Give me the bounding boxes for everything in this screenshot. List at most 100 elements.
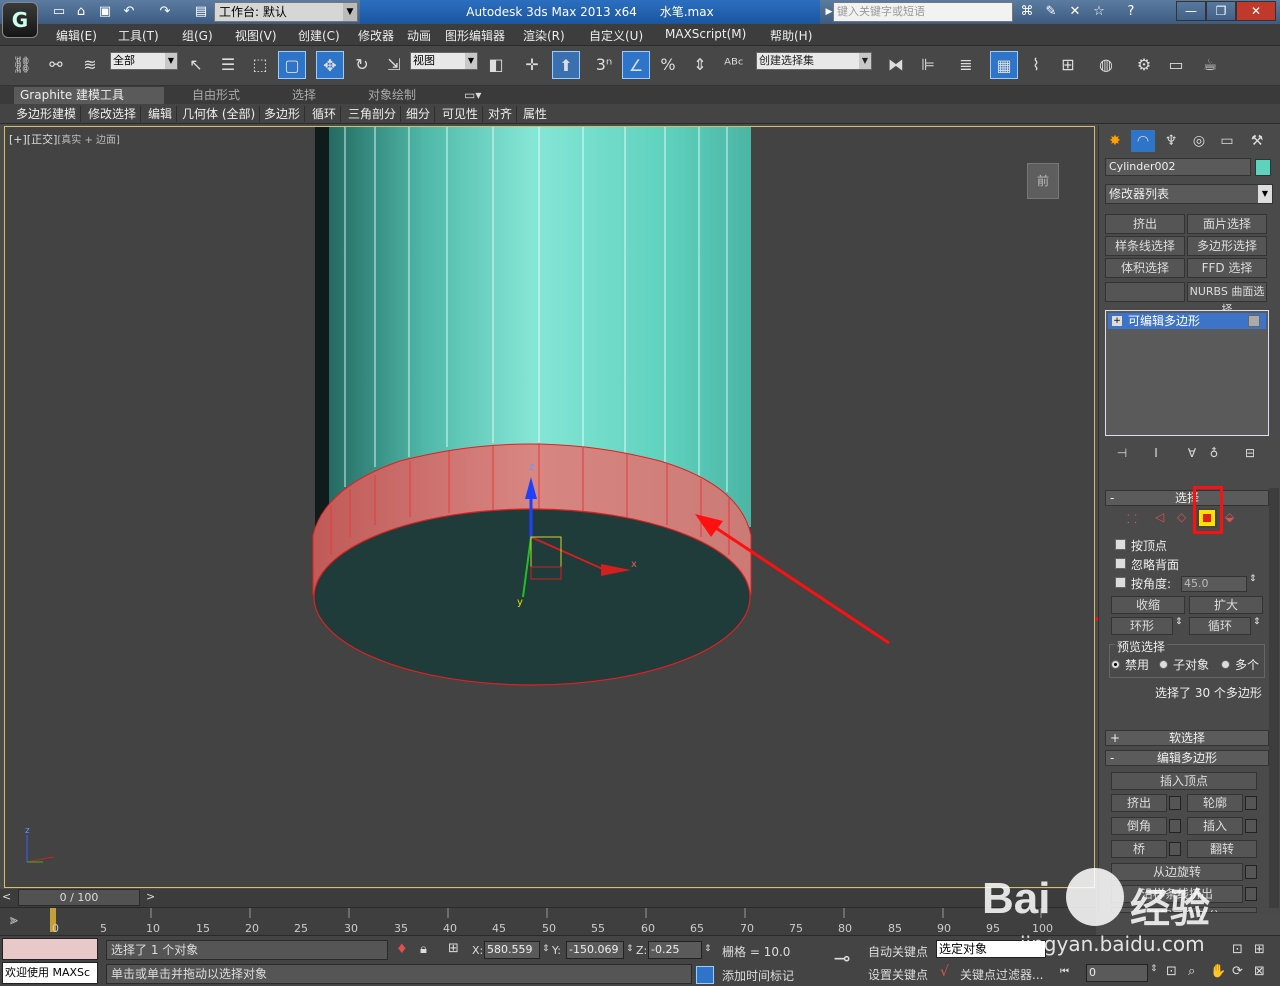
selection-rollout-header[interactable]: - 选择 bbox=[1105, 490, 1269, 506]
absolute-mode-icon[interactable]: ⊞ bbox=[448, 941, 459, 956]
workspace-dropdown[interactable]: 工作台: 默认 ▼ bbox=[214, 2, 358, 22]
extrude-button[interactable]: 挤出 bbox=[1111, 794, 1167, 812]
insert-vertex-button[interactable]: 插入顶点 bbox=[1111, 772, 1257, 790]
stack-item-toggle[interactable] bbox=[1248, 315, 1260, 327]
element-mode-icon[interactable]: ⬙ bbox=[1225, 510, 1234, 524]
extrude-settings-button[interactable] bbox=[1169, 796, 1181, 810]
help-button[interactable]: ? bbox=[1122, 3, 1140, 21]
edit-triangulation-button[interactable]: 编辑三角剖分 bbox=[1111, 907, 1257, 913]
vertex-mode-icon[interactable]: ⸬ bbox=[1127, 510, 1137, 527]
modifier-vol-select-button[interactable]: 体积选择 bbox=[1105, 258, 1185, 278]
set-key-icon[interactable]: ⊸ bbox=[822, 946, 862, 978]
menu-animation[interactable]: 动画 bbox=[407, 27, 431, 44]
display-tab-icon[interactable]: ▭ bbox=[1215, 130, 1239, 152]
spinner-arrows-icon[interactable]: ⇕ bbox=[1249, 574, 1257, 584]
shrink-button[interactable]: 收缩 bbox=[1111, 596, 1185, 614]
modifier-poly-select-button[interactable]: 多边形选择 bbox=[1187, 236, 1267, 256]
reference-coord-dropdown[interactable]: 视图 ▼ bbox=[410, 52, 478, 70]
preview-multi-radio[interactable] bbox=[1221, 660, 1230, 669]
ribbon-tris[interactable]: 三角剖分 bbox=[348, 106, 402, 122]
mini-curve-editor-icon[interactable]: ⫸ bbox=[10, 912, 18, 928]
orbit-icon[interactable]: ⟳ bbox=[1232, 964, 1243, 979]
ribbon-modify-selection[interactable]: 修改选择 bbox=[88, 106, 142, 122]
y-spinner-icon[interactable]: ⇕ bbox=[626, 944, 634, 954]
ribbon-subdivision[interactable]: 细分 bbox=[406, 106, 436, 122]
pan-icon[interactable]: ✋ bbox=[1210, 964, 1226, 979]
ring-button[interactable]: 环形 bbox=[1111, 617, 1173, 635]
hinge-from-edge-button[interactable]: 从边旋转 bbox=[1111, 863, 1243, 881]
schematic-view-icon[interactable]: ⊞ bbox=[1054, 51, 1082, 79]
configure-sets-icon[interactable]: ⊟ bbox=[1241, 446, 1259, 462]
time-slider-handle[interactable]: 0 / 100 bbox=[18, 889, 140, 906]
maxscript-listener-mini[interactable] bbox=[2, 938, 98, 960]
communication-icon[interactable]: ✕ bbox=[1066, 3, 1084, 21]
loop-button[interactable]: 循环 bbox=[1189, 617, 1251, 635]
ribbon-visibility[interactable]: 可见性 bbox=[442, 106, 484, 122]
auto-key-button[interactable]: 自动关键点 bbox=[868, 943, 928, 960]
ring-spinner-icon[interactable]: ⇕ bbox=[1175, 617, 1183, 627]
modify-tab-icon[interactable]: ◠ bbox=[1131, 130, 1155, 152]
frame-spinner-icon[interactable]: ⇕ bbox=[1150, 964, 1158, 974]
pin-stack-icon[interactable]: ⊣ bbox=[1113, 446, 1131, 462]
pivot-center-icon[interactable]: ◧ bbox=[482, 51, 510, 79]
tab-graphite[interactable]: Graphite 建模工具 bbox=[14, 87, 164, 104]
extrude-along-spline-button[interactable]: 沿样条线挤出 bbox=[1111, 885, 1243, 903]
edit-named-selection-icon[interactable]: ᴬᴮᶜ bbox=[720, 51, 748, 79]
loop-spinner-icon[interactable]: ⇕ bbox=[1253, 617, 1261, 627]
menu-graph-editors[interactable]: 图形编辑器 bbox=[445, 27, 505, 44]
selection-filter-dropdown[interactable]: 全部 ▼ bbox=[110, 52, 178, 70]
time-slider[interactable]: < 0 / 100 > bbox=[0, 889, 1096, 907]
menu-help[interactable]: 帮助(H) bbox=[770, 27, 812, 44]
preview-subobject-radio[interactable] bbox=[1159, 660, 1168, 669]
outline-settings-button[interactable] bbox=[1245, 796, 1257, 810]
ribbon-align[interactable]: 对齐 bbox=[488, 106, 518, 122]
inset-settings-button[interactable] bbox=[1245, 819, 1257, 833]
menu-maxscript[interactable]: MAXScript(M) bbox=[665, 27, 746, 41]
create-tab-icon[interactable]: ✸ bbox=[1103, 130, 1127, 152]
object-color-swatch[interactable] bbox=[1255, 159, 1271, 176]
select-object-icon[interactable]: ↖ bbox=[182, 51, 210, 79]
motion-tab-icon[interactable]: ◎ bbox=[1187, 130, 1211, 152]
z-spinner-icon[interactable]: ⇕ bbox=[704, 944, 712, 954]
rect-selection-icon[interactable]: ⬚ bbox=[246, 51, 274, 79]
menu-customize[interactable]: 自定义(U) bbox=[589, 27, 643, 44]
redo-icon[interactable]: ↷ bbox=[156, 3, 174, 21]
render-teapot-icon[interactable]: ☕ bbox=[1196, 51, 1224, 79]
by-vertex-checkbox[interactable] bbox=[1115, 539, 1126, 550]
rendered-frame-icon[interactable]: ▭ bbox=[1162, 51, 1190, 79]
border-mode-icon[interactable]: ◇ bbox=[1177, 510, 1186, 524]
extrude-along-settings-button[interactable] bbox=[1245, 887, 1257, 901]
select-move-icon[interactable]: ✥ bbox=[316, 51, 344, 79]
tab-selection[interactable]: 选择 bbox=[292, 87, 316, 104]
expand-plus-icon[interactable]: + bbox=[1112, 316, 1122, 326]
link-icon[interactable]: ⛓ bbox=[8, 51, 36, 79]
soft-selection-rollout-header[interactable]: + 软选择 bbox=[1105, 730, 1269, 746]
percent-snap-icon[interactable]: % bbox=[654, 51, 682, 79]
track-bar[interactable]: ⫸ 0 5 10 15 20 25 30 35 40 45 50 55 60 6… bbox=[0, 907, 1096, 935]
graphite-toggle-icon[interactable]: ▦ bbox=[990, 51, 1018, 79]
hierarchy-tab-icon[interactable]: ♆ bbox=[1159, 130, 1183, 152]
layer-manager-icon[interactable]: ≣ bbox=[952, 51, 980, 79]
ribbon-options-icon[interactable]: ▭▾ bbox=[464, 87, 481, 104]
bevel-settings-button[interactable] bbox=[1169, 819, 1181, 833]
project-folder-icon[interactable]: ▤ bbox=[192, 3, 210, 21]
by-angle-checkbox[interactable] bbox=[1115, 577, 1126, 588]
modifier-list-dropdown[interactable]: 修改器列表 ▼ bbox=[1105, 184, 1273, 204]
edge-mode-icon[interactable]: ◁ bbox=[1155, 510, 1164, 524]
restore-button[interactable]: ❐ bbox=[1206, 1, 1236, 21]
ignore-backfacing-checkbox[interactable] bbox=[1115, 558, 1126, 569]
zoom-extents-icon[interactable]: ⊡ bbox=[1232, 942, 1243, 957]
angle-spinner[interactable]: 45.0 bbox=[1181, 576, 1247, 592]
modifier-empty-button[interactable] bbox=[1105, 282, 1185, 302]
ribbon-geometry-all[interactable]: 几何体 (全部) bbox=[182, 106, 261, 122]
keyboard-shortcut-override-icon[interactable]: ⬆ bbox=[552, 51, 580, 79]
z-coordinate-field[interactable]: -0.25 bbox=[648, 941, 702, 959]
tab-freeform[interactable]: 自由形式 bbox=[192, 87, 240, 104]
named-selection-dropdown[interactable]: 创建选择集 ▼ bbox=[756, 52, 872, 70]
open-file-icon[interactable]: ⌂ bbox=[72, 3, 90, 21]
scene-canvas[interactable]: z x y z bbox=[5, 127, 1095, 888]
hinge-settings-button[interactable] bbox=[1245, 865, 1257, 879]
minimize-button[interactable]: — bbox=[1176, 1, 1206, 21]
save-icon[interactable]: ▣ bbox=[96, 3, 114, 21]
flip-button[interactable]: 翻转 bbox=[1187, 840, 1257, 858]
